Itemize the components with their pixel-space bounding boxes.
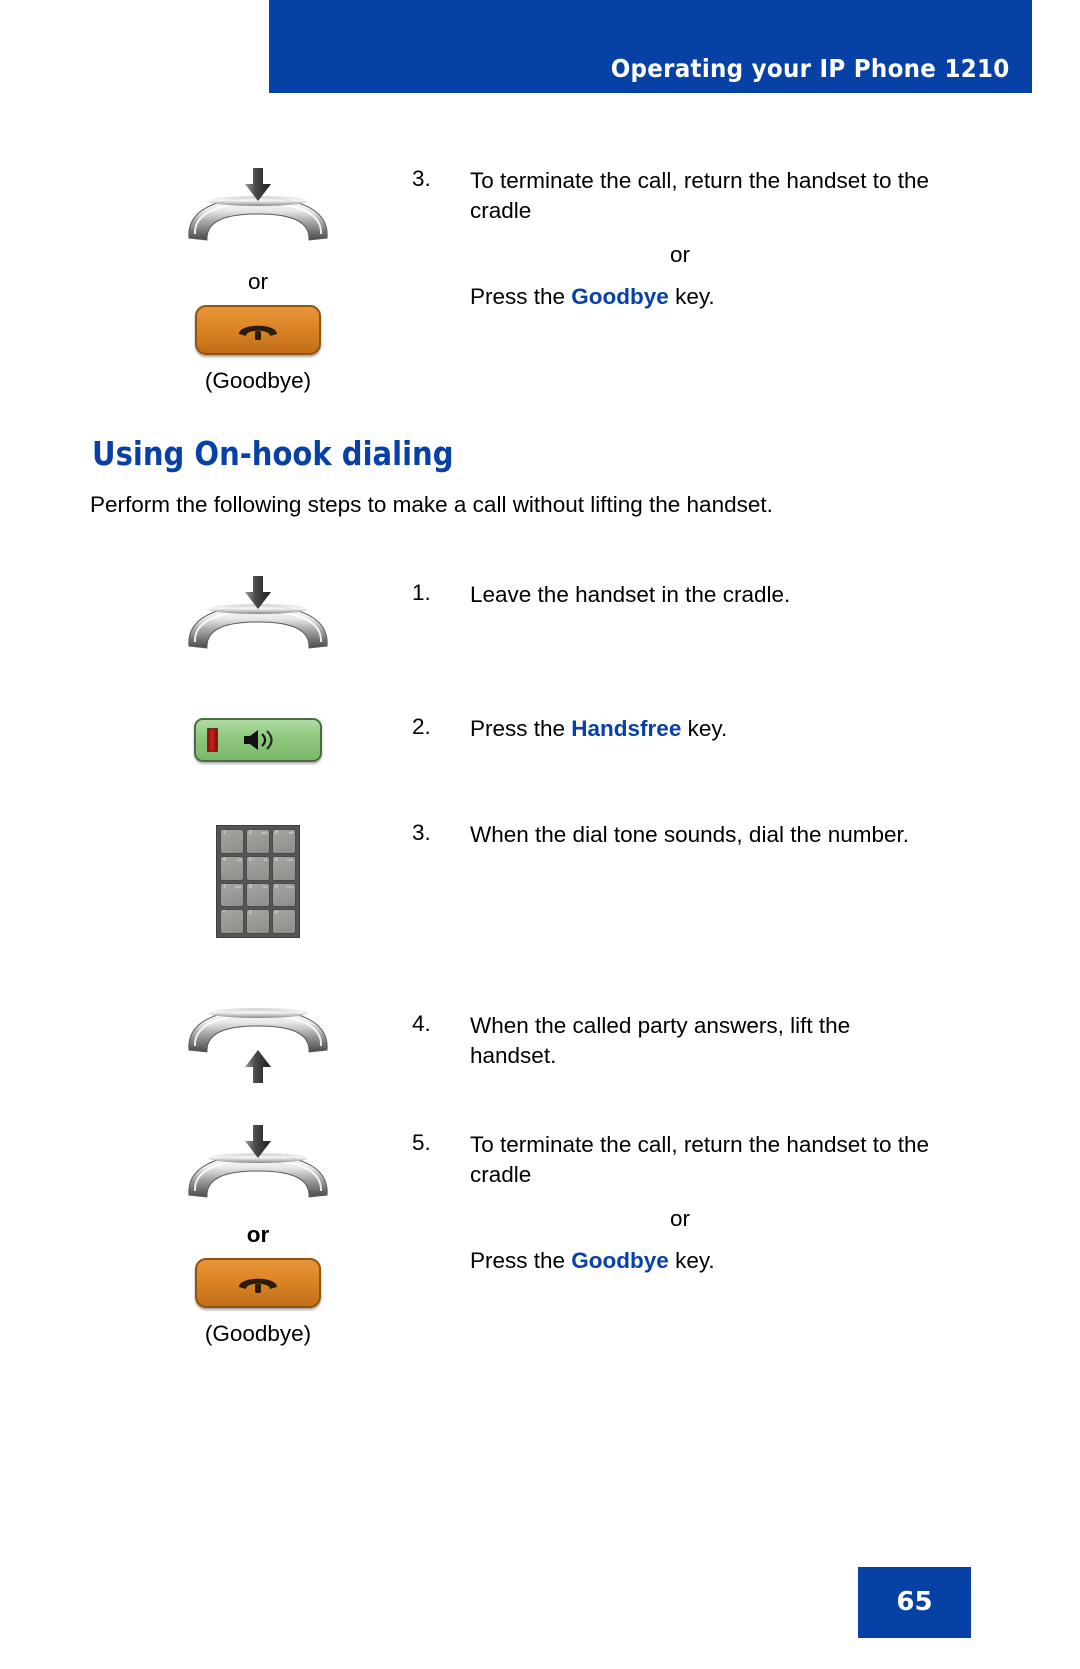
- step-2-text-column: 2. Press the Handsfree key.: [412, 714, 932, 744]
- keypad-key-digit: 8: [249, 883, 252, 890]
- page-content: or (Goodbye) 3. To terminate the call, r…: [0, 0, 1080, 1669]
- step-5-or-label: or: [246, 1222, 270, 1247]
- handsfree-keyword: Handsfree: [571, 716, 682, 741]
- keypad-key-letters: wxyz: [285, 884, 293, 889]
- section-intro-paragraph: Perform the following steps to make a ca…: [90, 492, 773, 517]
- press-prefix: Press the: [470, 284, 572, 309]
- keypad-key-letters: tuv: [262, 884, 267, 889]
- arrow-down-icon: [243, 576, 273, 610]
- page-number: 65: [896, 1587, 933, 1617]
- keypad-key-letters: mno: [286, 857, 294, 862]
- top-step-or-label: or: [247, 269, 268, 294]
- keypad-key-digit: 5: [249, 856, 252, 863]
- handset-down-icon: [183, 168, 333, 242]
- goodbye-key-wrapper: [128, 1258, 388, 1313]
- step-2-icon-column: [128, 718, 388, 767]
- handsfree-key-button[interactable]: [194, 718, 322, 762]
- step-5-text-column: 5. To terminate the call, return the han…: [412, 1130, 932, 1274]
- keypad-key[interactable]: *: [220, 909, 244, 934]
- hangup-icon: [239, 1278, 277, 1293]
- top-step-goodbye-caption: (Goodbye): [204, 368, 312, 393]
- keypad-key-letters: ghi: [236, 857, 241, 862]
- keypad-key[interactable]: 0: [246, 909, 270, 934]
- top-step-text-column: 3. To terminate the call, return the han…: [412, 166, 932, 310]
- top-step-icon-column: or (Goodbye): [128, 168, 388, 394]
- arrow-up-icon: [243, 1050, 273, 1084]
- step-5-goodbye-caption: (Goodbye): [204, 1321, 312, 1346]
- speaker-icon: [243, 729, 279, 756]
- step-3-icon-column: 1 2 abc 3 def 4 ghi 5 jkl 6 mno 7 pqrs 8 tuv 9 w…: [128, 825, 388, 938]
- keypad-key-digit: 1: [223, 830, 226, 836]
- keypad-key-digit: 6: [275, 856, 278, 863]
- step-text: To terminate the call, return the handse…: [470, 168, 930, 223]
- keypad-icon[interactable]: 1 2 abc 3 def 4 ghi 5 jkl 6 mno 7 pqrs 8 tuv 9 w…: [216, 825, 300, 938]
- keypad-key[interactable]: 5 jkl: [246, 855, 270, 881]
- keypad-grid: 1 2 abc 3 def 4 ghi 5 jkl 6 mno 7 pqrs 8 tuv 9 w…: [220, 829, 296, 934]
- keypad-key-digit: 0: [249, 910, 252, 917]
- step-number: 3.: [412, 820, 431, 845]
- arrow-down-icon: [243, 168, 273, 202]
- keypad-key-letters: def: [288, 831, 294, 835]
- arrow-down-icon: [243, 1125, 273, 1159]
- press-prefix: Press the: [470, 716, 572, 741]
- keypad-key-digit: *: [223, 910, 225, 917]
- footer-banner: 65: [858, 1567, 971, 1638]
- step-number: 3.: [412, 166, 431, 191]
- keypad-key-letters: jkl: [264, 857, 267, 862]
- handset-up-icon: [183, 1008, 333, 1083]
- step-5-press-line: Press the Goodbye key.: [470, 1248, 932, 1274]
- keypad-key[interactable]: 7 pqrs: [220, 882, 244, 908]
- step-text: To terminate the call, return the handse…: [470, 1132, 930, 1187]
- section-heading: Using On-hook dialing: [92, 434, 454, 473]
- keypad-key-digit: 3: [275, 830, 278, 836]
- keypad-key-letters: abc: [261, 831, 267, 835]
- handset-down-icon: [183, 576, 333, 650]
- goodbye-keyword: Goodbye: [571, 1248, 669, 1273]
- step-text: When the called party answers, lift the …: [470, 1013, 851, 1068]
- keypad-key-letters: pqrs: [234, 884, 241, 889]
- step-5-or-center: or: [669, 1206, 690, 1231]
- step-text: Leave the handset in the cradle.: [470, 582, 791, 607]
- keypad-key[interactable]: 4 ghi: [220, 855, 244, 881]
- hangup-icon: [239, 325, 277, 340]
- step-text: When the dial tone sounds, dial the numb…: [470, 822, 910, 847]
- press-suffix: key.: [681, 716, 728, 741]
- step-5-icon-column: or (Goodbye): [128, 1125, 388, 1347]
- press-suffix: key.: [668, 284, 715, 309]
- keypad-key[interactable]: 6 mno: [272, 855, 296, 881]
- keypad-key-digit: 7: [223, 883, 226, 890]
- goodbye-key-wrapper: [128, 305, 388, 360]
- press-prefix: Press the: [470, 1248, 572, 1273]
- step-text: Press the Handsfree key.: [470, 714, 932, 744]
- step-1-text-column: 1. Leave the handset in the cradle.: [412, 580, 932, 610]
- keypad-key-digit: 9: [275, 883, 278, 890]
- keypad-key-digit: #: [275, 910, 278, 917]
- keypad-key[interactable]: 9 wxyz: [272, 882, 296, 908]
- step-number: 1.: [412, 580, 431, 605]
- top-step-press-line: Press the Goodbye key.: [470, 284, 932, 310]
- top-step-or-center: or: [669, 242, 690, 267]
- keypad-key-digit: 2: [249, 830, 252, 836]
- keypad-key[interactable]: 1: [220, 829, 244, 854]
- press-suffix: key.: [668, 1248, 715, 1273]
- keypad-key[interactable]: 2 abc: [246, 829, 270, 854]
- step-1-icon-column: [128, 576, 388, 655]
- keypad-key[interactable]: 8 tuv: [246, 882, 270, 908]
- goodbye-keyword: Goodbye: [571, 284, 669, 309]
- step-number: 4.: [412, 1011, 431, 1036]
- step-4-icon-column: [128, 1008, 388, 1085]
- goodbye-key-button[interactable]: [195, 1258, 321, 1308]
- keypad-key[interactable]: #: [272, 909, 296, 934]
- handset-down-icon: [183, 1125, 333, 1199]
- keypad-key-digit: 4: [223, 856, 226, 863]
- keypad-key[interactable]: 3 def: [272, 829, 296, 854]
- led-indicator-icon: [207, 728, 218, 752]
- step-4-text-column: 4. When the called party answers, lift t…: [412, 1011, 932, 1071]
- step-number: 5.: [412, 1130, 431, 1155]
- step-3-text-column: 3. When the dial tone sounds, dial the n…: [412, 820, 932, 850]
- step-number: 2.: [412, 714, 431, 739]
- goodbye-key-button[interactable]: [195, 305, 321, 355]
